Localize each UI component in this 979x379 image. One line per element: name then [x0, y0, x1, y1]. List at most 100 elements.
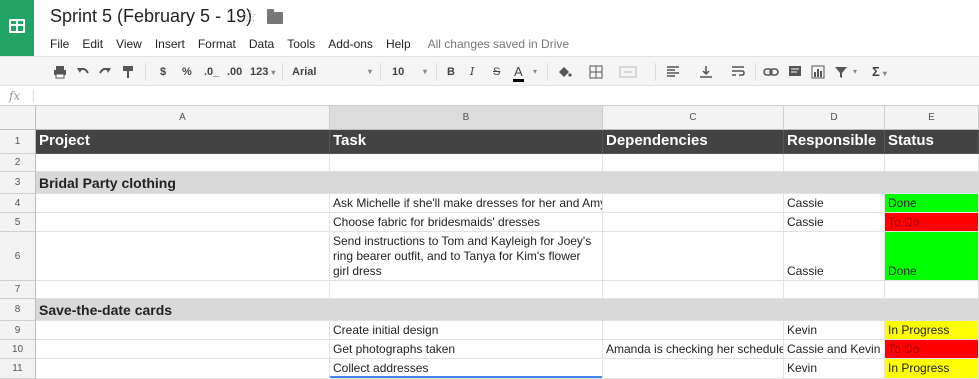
cell-dependencies[interactable]: [603, 213, 784, 232]
cell-project[interactable]: [36, 340, 330, 359]
row-header[interactable]: 7: [0, 281, 36, 299]
cell[interactable]: [36, 281, 330, 299]
menu-insert[interactable]: Insert: [155, 37, 185, 51]
cell-responsible[interactable]: Cassie: [784, 232, 885, 281]
cell[interactable]: [885, 154, 979, 172]
more-formats-button[interactable]: 123 ▾: [250, 65, 275, 79]
link-icon[interactable]: [763, 65, 779, 79]
column-header-d[interactable]: D: [784, 106, 885, 130]
row-header[interactable]: 9: [0, 321, 36, 340]
document-title[interactable]: Sprint 5 (February 5 - 19): [50, 6, 252, 27]
cell-status[interactable]: To Do: [885, 213, 979, 232]
cell[interactable]: [36, 154, 330, 172]
cell-header-dependencies[interactable]: Dependencies: [603, 130, 784, 154]
menu-edit[interactable]: Edit: [82, 37, 103, 51]
cell-project[interactable]: [36, 213, 330, 232]
cell-task[interactable]: Choose fabric for bridesmaids' dresses: [330, 213, 603, 232]
cell-task[interactable]: Get photographs taken: [330, 340, 603, 359]
menu-view[interactable]: View: [116, 37, 142, 51]
chevron-down-icon[interactable]: ▾: [533, 65, 537, 79]
cell-header-status[interactable]: Status: [885, 130, 979, 154]
section-heading[interactable]: Bridal Party clothing: [36, 172, 979, 194]
menu-format[interactable]: Format: [198, 37, 236, 51]
cell-status[interactable]: Done: [885, 232, 979, 281]
menu-data[interactable]: Data: [249, 37, 274, 51]
cell-task[interactable]: Create initial design: [330, 321, 603, 340]
cell-header-responsible[interactable]: Responsible: [784, 130, 885, 154]
menu-help[interactable]: Help: [386, 37, 411, 51]
folder-icon[interactable]: [267, 9, 283, 24]
section-heading[interactable]: Save-the-date cards: [36, 299, 979, 321]
merge-icon[interactable]: [619, 65, 637, 79]
filter-icon[interactable]: [834, 65, 848, 79]
increase-decimals-button[interactable]: .00: [227, 65, 242, 79]
menu-file[interactable]: File: [50, 37, 69, 51]
cell-project[interactable]: [36, 194, 330, 213]
column-header-c[interactable]: C: [603, 106, 784, 130]
row-header[interactable]: 1: [0, 130, 36, 154]
cell-dependencies[interactable]: [603, 232, 784, 281]
cell[interactable]: [330, 154, 603, 172]
align-icon[interactable]: [666, 65, 680, 79]
font-size-select[interactable]: 10 ▾: [392, 65, 427, 79]
text-color-button[interactable]: A: [513, 65, 524, 82]
cell-status[interactable]: In Progress: [885, 359, 979, 379]
cell-task[interactable]: Send instructions to Tom and Kayleigh fo…: [330, 232, 603, 281]
row-header[interactable]: 6: [0, 232, 36, 281]
cell-status[interactable]: To Do: [885, 340, 979, 359]
row-header[interactable]: 2: [0, 154, 36, 172]
strikethrough-button[interactable]: S: [493, 65, 500, 79]
star-icon[interactable]: ☆: [242, 6, 258, 27]
row-header[interactable]: 10: [0, 340, 36, 359]
cell[interactable]: [603, 154, 784, 172]
row-header[interactable]: 8: [0, 299, 36, 321]
cell[interactable]: [784, 281, 885, 299]
cell-project[interactable]: [36, 321, 330, 340]
redo-icon[interactable]: [98, 65, 112, 79]
comment-icon[interactable]: [788, 65, 802, 79]
cell-responsible[interactable]: Cassie and Kevin: [784, 340, 885, 359]
cell-responsible[interactable]: Kevin: [784, 359, 885, 379]
cell-responsible[interactable]: Cassie: [784, 213, 885, 232]
row-header[interactable]: 11: [0, 359, 36, 379]
borders-icon[interactable]: [589, 65, 603, 79]
bold-button[interactable]: B: [447, 65, 455, 79]
cell-dependencies[interactable]: [603, 194, 784, 213]
cell-project[interactable]: [36, 359, 330, 379]
cell[interactable]: [784, 154, 885, 172]
row-header[interactable]: 4: [0, 194, 36, 213]
menu-tools[interactable]: Tools: [287, 37, 315, 51]
cell-responsible[interactable]: Kevin: [784, 321, 885, 340]
formula-input[interactable]: [40, 89, 970, 103]
select-all-corner[interactable]: [0, 106, 36, 130]
percent-format-button[interactable]: %: [182, 65, 192, 79]
cell-header-project[interactable]: Project: [36, 130, 330, 154]
font-family-select[interactable]: Arial ▾: [292, 65, 372, 79]
cell-dependencies[interactable]: Amanda is checking her schedule: [603, 340, 784, 359]
menu-add-ons[interactable]: Add-ons: [328, 37, 373, 51]
functions-button[interactable]: Σ ▾: [872, 65, 887, 79]
fill-color-icon[interactable]: [556, 65, 572, 79]
valign-icon[interactable]: [699, 65, 713, 79]
cell-dependencies[interactable]: [603, 321, 784, 340]
cell-dependencies[interactable]: [603, 359, 784, 379]
column-header-e[interactable]: E: [885, 106, 979, 130]
decrease-decimals-button[interactable]: .0_: [204, 65, 219, 79]
paint-format-icon[interactable]: [121, 65, 135, 79]
cell[interactable]: [885, 281, 979, 299]
save-status[interactable]: All changes saved in Drive: [428, 37, 569, 51]
cell[interactable]: [603, 281, 784, 299]
column-header-b[interactable]: B: [330, 106, 603, 130]
cell-status[interactable]: In Progress: [885, 321, 979, 340]
undo-icon[interactable]: [76, 65, 90, 79]
cell-header-task[interactable]: Task: [330, 130, 603, 154]
wrap-icon[interactable]: [731, 65, 745, 79]
sheets-logo-icon[interactable]: [0, 0, 34, 56]
currency-format-button[interactable]: $: [160, 65, 166, 79]
row-header[interactable]: 3: [0, 172, 36, 194]
column-header-a[interactable]: A: [36, 106, 330, 130]
cell[interactable]: [330, 281, 603, 299]
cell-task[interactable]: Collect addresses: [330, 359, 603, 379]
cell-status[interactable]: Done: [885, 194, 979, 213]
italic-button[interactable]: I: [470, 65, 474, 79]
